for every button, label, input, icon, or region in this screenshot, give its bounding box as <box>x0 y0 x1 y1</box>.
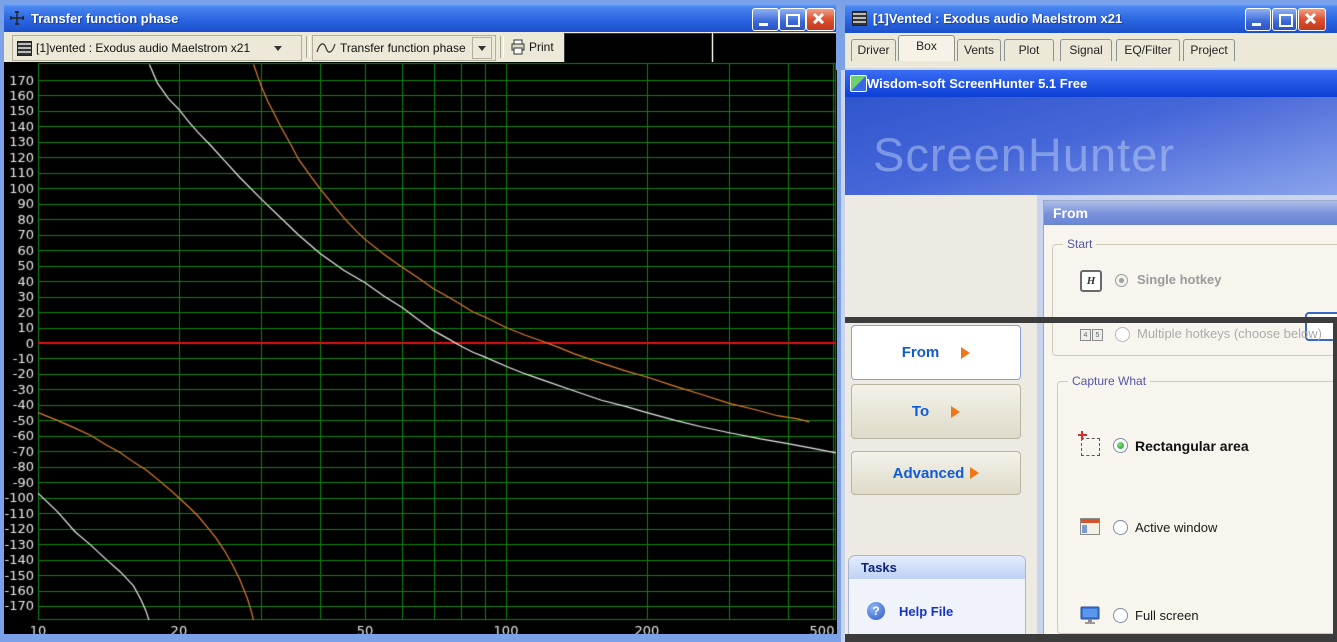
close-button[interactable] <box>806 8 835 31</box>
single-hotkey-radio <box>1115 274 1128 287</box>
maximize-button[interactable] <box>779 8 806 31</box>
graph-combo-value: Transfer function phase <box>340 41 472 55</box>
tasks-panel: Tasks ? Help File W About Exit <box>848 555 1026 642</box>
minimize-button[interactable] <box>752 8 779 31</box>
tab-project[interactable]: Project <box>1183 39 1235 61</box>
multiple-hotkeys-radio <box>1115 327 1130 342</box>
rectangular-area-radio[interactable] <box>1113 438 1128 453</box>
tab-vents[interactable]: Vents <box>957 39 1001 61</box>
printer-icon <box>510 39 526 55</box>
full-screen-icon <box>1080 606 1100 624</box>
nav-to-label: To <box>912 403 929 420</box>
nav-advanced-button[interactable]: Advanced <box>851 451 1021 495</box>
readout-box-left <box>564 33 712 63</box>
graph-type-combo[interactable]: Transfer function phase <box>312 35 496 61</box>
nav-from-button[interactable]: From <box>851 325 1021 380</box>
tab-signal[interactable]: Signal <box>1060 39 1112 61</box>
project-icon <box>17 41 32 56</box>
multiple-hotkeys-label: Multiple hotkeys (choose below) <box>1137 326 1322 341</box>
print-label: Print <box>529 40 554 54</box>
capture-what-group: Capture What Rectangular area Active win… <box>1057 381 1337 634</box>
active-window-label: Active window <box>1135 520 1217 535</box>
capture-what-label: Capture What <box>1068 374 1150 388</box>
occluding-window-edge-vertical <box>1333 317 1337 642</box>
screen: { "left_window": { "title": "Transfer fu… <box>0 0 1337 642</box>
active-window-radio[interactable] <box>1113 520 1128 535</box>
occluding-window-edge-bottom <box>845 634 1337 642</box>
help-file-label: Help File <box>899 604 953 619</box>
tasks-header: Tasks <box>849 556 1025 579</box>
arrow-right-icon <box>951 406 960 418</box>
close-button[interactable] <box>1298 8 1326 31</box>
start-group-label: Start <box>1063 237 1096 251</box>
transfer-function-window: Transfer function phase [1]vented : Exod… <box>0 0 841 642</box>
crosshair-icon <box>9 10 25 26</box>
arrow-right-icon <box>970 467 979 479</box>
tab-eq-filter[interactable]: EQ/Filter <box>1116 39 1180 61</box>
screenhunter-titlebar: Wisdom-soft ScreenHunter 5.1 Free <box>845 70 1337 97</box>
project-combo[interactable]: [1]vented : Exodus audio Maelstrom x21 <box>12 35 302 61</box>
full-screen-label: Full screen <box>1135 608 1199 623</box>
nav-advanced-label: Advanced <box>893 465 965 482</box>
screenhunter-title: Wisdom-soft ScreenHunter 5.1 Free <box>867 76 1087 91</box>
arrow-right-icon <box>961 347 970 359</box>
occluding-window-edge-horizontal <box>845 317 1337 323</box>
readout-box-right <box>713 33 842 63</box>
rectangular-area-label: Rectangular area <box>1135 438 1249 454</box>
nav-from-label: From <box>902 344 940 361</box>
print-button[interactable]: Print <box>506 36 558 58</box>
phase-plot <box>4 62 837 634</box>
screenhunter-app-icon <box>850 75 867 92</box>
right-window-title: [1]Vented : Exodus audio Maelstrom x21 <box>873 11 1122 26</box>
screenhunter-window: Wisdom-soft ScreenHunter 5.1 Free Screen… <box>845 68 1337 642</box>
separator <box>306 36 310 58</box>
tab-driver[interactable]: Driver <box>851 39 896 61</box>
project-combo-value: [1]vented : Exodus audio Maelstrom x21 <box>36 41 274 55</box>
help-icon: ? <box>867 602 885 620</box>
nav-to-button[interactable]: To <box>851 384 1021 439</box>
left-window-title: Transfer function phase <box>31 11 178 26</box>
multi-hotkeys-icon: 4 5 <box>1080 329 1103 341</box>
from-panel-header: From <box>1044 201 1337 225</box>
hotkey-key-icon: H <box>1080 270 1102 292</box>
single-hotkey-label: Single hotkey <box>1137 272 1222 287</box>
from-panel: From Start H Single hotkey 4 5 Multiple … <box>1043 200 1337 642</box>
rectangular-area-icon <box>1081 438 1100 456</box>
full-screen-radio[interactable] <box>1113 608 1128 623</box>
sine-wave-icon <box>316 42 336 54</box>
start-group: Start H Single hotkey 4 5 Multiple hotke… <box>1052 244 1337 356</box>
tab-bar: Driver Box Vents Plot Signal EQ/Filter P… <box>845 33 1337 62</box>
active-window-icon <box>1080 518 1100 535</box>
tab-box[interactable]: Box <box>898 35 955 61</box>
graph-combo-dropdown-button[interactable] <box>472 37 492 59</box>
minimize-button[interactable] <box>1245 8 1271 31</box>
chevron-down-icon <box>274 46 282 51</box>
banner-watermark: ScreenHunter <box>873 127 1175 182</box>
separator <box>500 36 504 58</box>
left-titlebar: Transfer function phase <box>4 4 837 32</box>
left-toolbar: [1]vented : Exodus audio Maelstrom x21 T… <box>4 32 837 63</box>
app-icon <box>852 11 867 26</box>
chevron-down-icon <box>478 46 486 51</box>
maximize-button[interactable] <box>1272 8 1297 31</box>
screenhunter-banner: ScreenHunter <box>845 97 1337 195</box>
help-file-item[interactable]: ? Help File <box>867 602 953 620</box>
nav-column: From To Advanced Tasks ? Help File W Abo… <box>845 195 1037 642</box>
tab-plot[interactable]: Plot <box>1004 39 1054 61</box>
